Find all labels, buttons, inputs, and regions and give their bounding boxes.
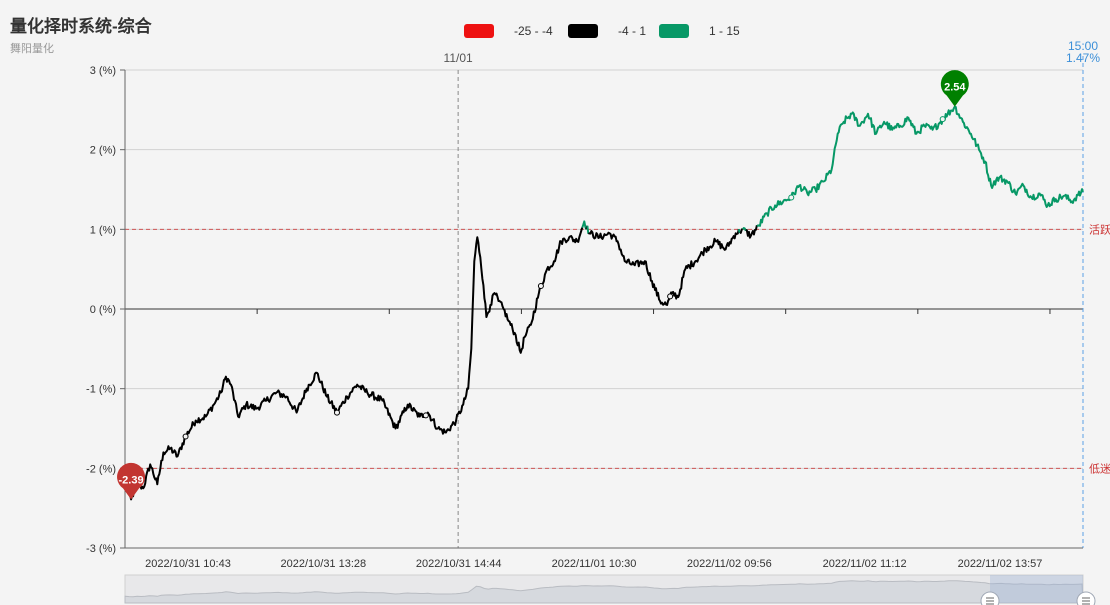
- axes: 3 (%) 2 (%) 1 (%) 0 (%) -1 (%) -2 (%) -3 (%) 20…: [86, 65, 1083, 570]
- x-tick-label: 2022/10/31 13:28: [281, 558, 367, 570]
- chart-subtitle: 舞阳量化: [10, 43, 54, 55]
- series-segment: [742, 227, 747, 232]
- series-point: [788, 194, 795, 201]
- y-tick-label: 1 (%): [90, 224, 116, 236]
- reference-lines: 活跃低迷11/0115:001.47%: [125, 39, 1110, 548]
- reference-line-label: 活跃: [1089, 222, 1110, 236]
- reference-line-label: 低迷: [1089, 462, 1110, 475]
- series-point: [422, 412, 429, 419]
- legend-label-mid: -4 - 1: [618, 24, 647, 38]
- series-point: [333, 409, 340, 416]
- series-point: [939, 116, 946, 123]
- y-tick-label: -2 (%): [86, 463, 116, 475]
- y-tick-label: 3 (%): [90, 65, 116, 77]
- max-point-pin-label: 2.54: [944, 82, 966, 94]
- legend: -25 - -4 -4 - 1 1 - 15: [0, 23, 1110, 39]
- point-markers: 2.54 -2.39: [117, 70, 969, 500]
- y-tick-label: -3 (%): [86, 543, 116, 555]
- series-segment: [745, 224, 758, 239]
- zoom-selection: [990, 575, 1083, 603]
- x-tick-label: 2022/10/31 14:44: [416, 558, 502, 570]
- series-point: [537, 283, 544, 290]
- series-segment: [586, 225, 590, 235]
- series-point: [182, 433, 189, 440]
- legend-swatch-mid: [568, 24, 598, 38]
- day-separator-label: 11/01: [444, 51, 473, 65]
- series-segment: [739, 228, 743, 234]
- x-tick-label: 2022/11/02 11:12: [823, 558, 907, 570]
- series-segment: [737, 228, 741, 234]
- legend-swatch-low: [464, 24, 494, 38]
- end-value-label: 1.47%: [1066, 51, 1100, 65]
- y-tick-label: 2 (%): [90, 145, 116, 157]
- legend-label-low: -25 - -4: [514, 24, 553, 38]
- y-tick-label: -1 (%): [86, 384, 116, 396]
- x-tick-label: 2022/11/02 09:56: [687, 558, 772, 570]
- series-segment: [756, 105, 1084, 227]
- legend-label-high: 1 - 15: [709, 24, 740, 38]
- legend-swatch-high: [659, 24, 689, 38]
- series-segment: [587, 228, 740, 306]
- legend-item-low[interactable]: -25 - -4: [464, 23, 553, 39]
- series-point: [667, 293, 674, 300]
- grid-layer: [125, 69, 1083, 549]
- chart-canvas: 活跃低迷11/0115:001.47% 3 (%)2 (%)1 (%)0 (%)…: [86, 39, 1110, 605]
- y-tick-label: 0 (%): [90, 304, 116, 316]
- min-point-pin-label: -2.39: [119, 474, 144, 486]
- x-tick-label: 2022/11/02 13:57: [958, 558, 1043, 570]
- legend-item-high[interactable]: 1 - 15: [659, 23, 740, 39]
- series-segment: [124, 227, 584, 501]
- legend-item-mid[interactable]: -4 - 1: [568, 23, 646, 39]
- x-tick-label: 2022/10/31 10:43: [145, 558, 231, 570]
- zoom-slider[interactable]: [124, 574, 1096, 605]
- series-line: [124, 105, 1084, 501]
- x-tick-label: 2022/11/01 10:30: [552, 558, 637, 570]
